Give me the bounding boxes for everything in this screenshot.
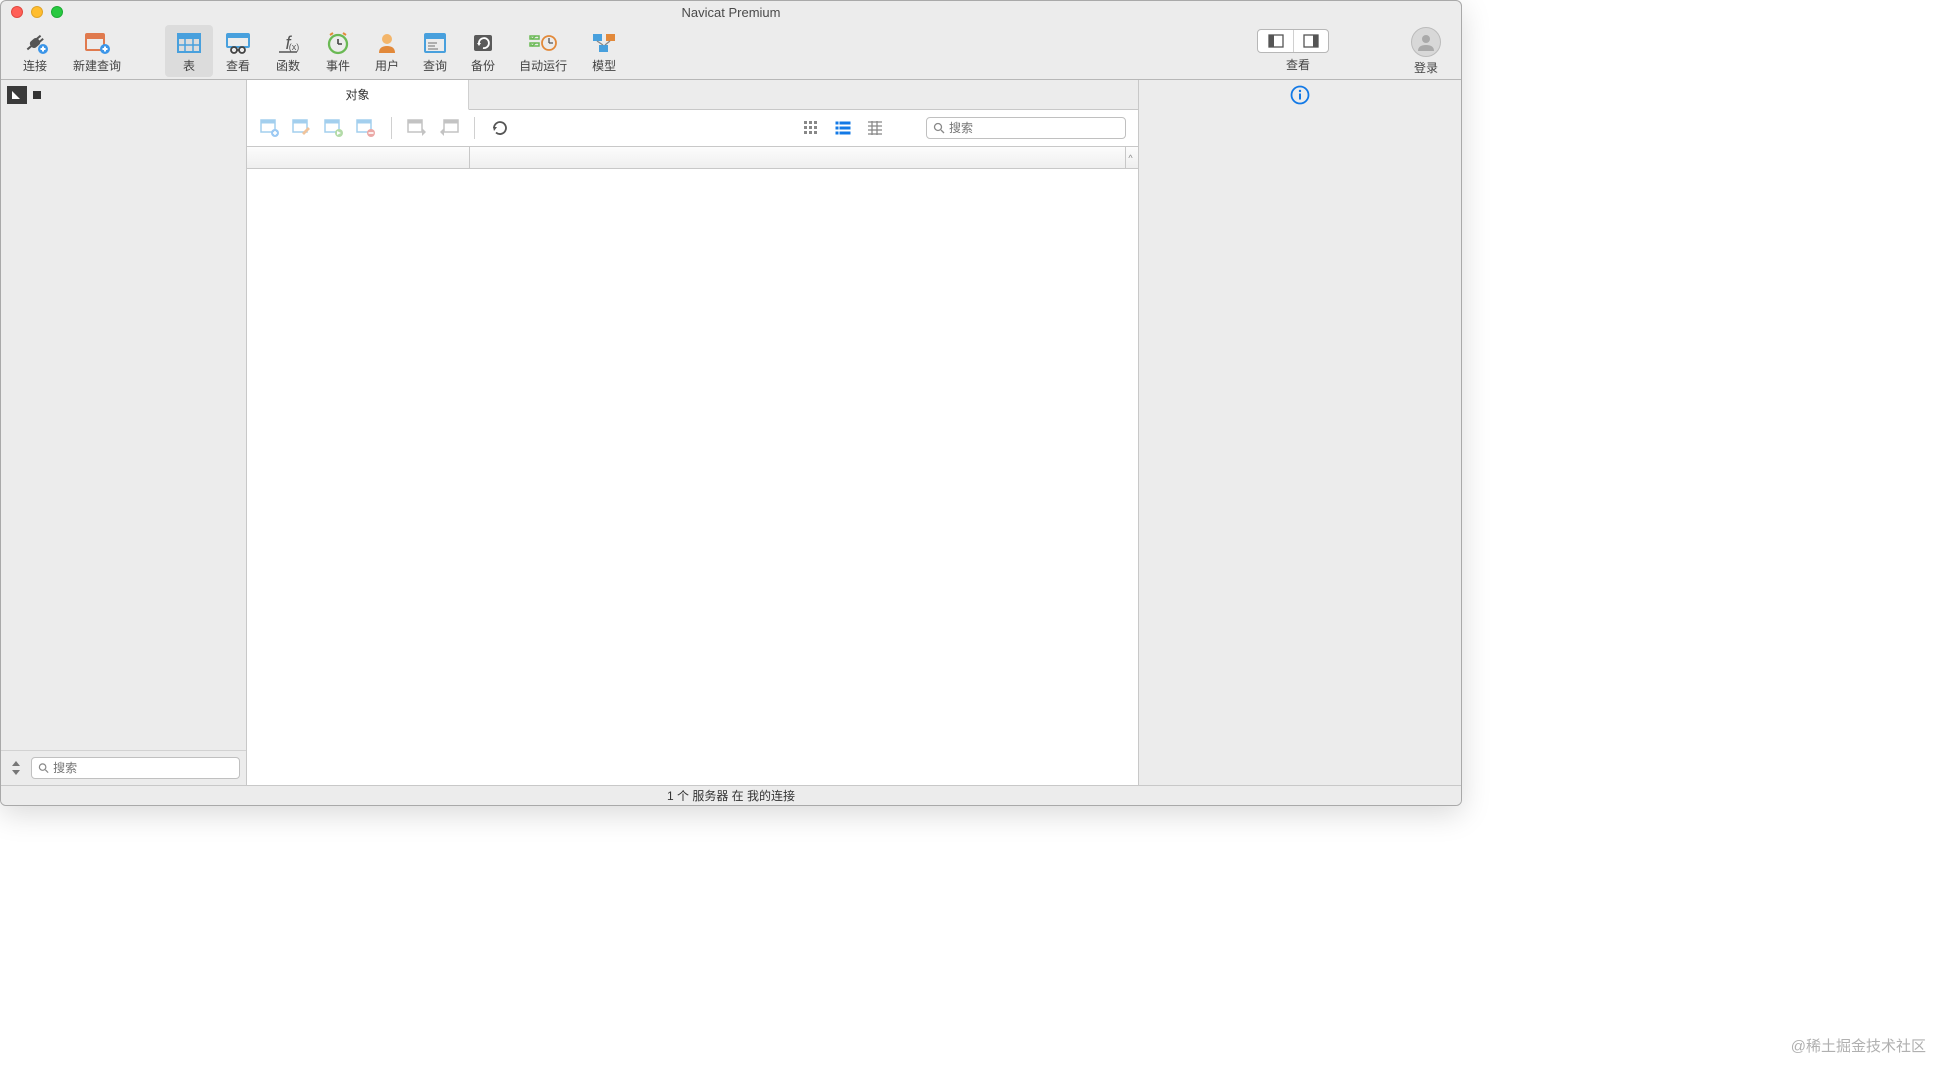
automation-button[interactable]: 自动运行 — [507, 25, 579, 77]
view-detail-button[interactable] — [864, 117, 886, 139]
view-mode-left[interactable] — [1258, 30, 1293, 52]
object-search-input[interactable] — [949, 121, 1119, 135]
refresh-button[interactable] — [489, 117, 511, 139]
main-area: 对象 — [1, 80, 1461, 785]
sidebar-search-input[interactable] — [53, 761, 233, 775]
import-button[interactable] — [406, 117, 428, 139]
export-button[interactable] — [438, 117, 460, 139]
plug-icon — [21, 29, 49, 57]
view-list-button[interactable] — [832, 117, 854, 139]
tab-bar: 对象 — [247, 80, 1138, 110]
status-bar: 1 个 服务器 在 我的连接 — [1, 785, 1461, 805]
new-table-button[interactable] — [259, 117, 281, 139]
query-icon — [423, 29, 447, 57]
model-button[interactable]: 模型 — [579, 25, 629, 77]
main-toolbar: 连接 新建查询 表 查看 f(x) 函数 — [1, 23, 1461, 80]
clock-icon — [325, 29, 351, 57]
user-button[interactable]: 用户 — [363, 25, 411, 77]
table-button[interactable]: 表 — [165, 25, 213, 77]
object-search-wrap — [926, 117, 1126, 139]
object-list[interactable] — [247, 169, 1138, 785]
open-table-button[interactable] — [323, 117, 345, 139]
object-toolbar — [247, 110, 1138, 147]
search-icon — [933, 122, 945, 134]
delete-table-button[interactable] — [355, 117, 377, 139]
login-button[interactable]: 登录 — [1399, 27, 1453, 76]
user-icon — [375, 29, 399, 57]
window-title: Navicat Premium — [1, 5, 1461, 20]
watermark: @稀土掘金技术社区 — [1791, 1035, 1926, 1056]
column-header[interactable]: ^ — [247, 147, 1138, 169]
edit-table-button[interactable] — [291, 117, 313, 139]
model-icon — [591, 29, 617, 57]
sidebar-search-bar — [1, 750, 246, 785]
backup-button[interactable]: 备份 — [459, 25, 507, 77]
status-text: 1 个 服务器 在 我的连接 — [667, 787, 795, 804]
automation-icon — [528, 29, 558, 57]
function-icon: f(x) — [275, 29, 301, 57]
svg-text:(x): (x) — [289, 42, 300, 52]
center-panel: 对象 — [247, 80, 1138, 785]
titlebar: Navicat Premium — [1, 1, 1461, 23]
tab-objects[interactable]: 对象 — [247, 80, 469, 110]
sort-indicator[interactable]: ^ — [1125, 147, 1135, 168]
function-button[interactable]: f(x) 函数 — [263, 25, 313, 77]
sidebar-search-input-wrap — [31, 757, 240, 779]
sidebar-sort-icon[interactable] — [7, 760, 25, 776]
search-icon — [38, 762, 49, 774]
connection-tree[interactable] — [1, 110, 246, 750]
info-icon[interactable] — [1290, 85, 1310, 105]
new-query-icon — [83, 29, 111, 57]
view-icon — [225, 29, 251, 57]
backup-icon — [471, 29, 495, 57]
event-button[interactable]: 事件 — [313, 25, 363, 77]
sidebar-item-marker — [33, 91, 41, 99]
view-button[interactable]: 查看 — [213, 25, 263, 77]
connection-button[interactable]: 连接 — [9, 25, 61, 77]
sidebar-top — [1, 80, 246, 110]
table-icon — [177, 29, 201, 57]
view-mode-label: 查看 — [1258, 56, 1338, 73]
view-grid-button[interactable] — [800, 117, 822, 139]
query-button[interactable]: 查询 — [411, 25, 459, 77]
app-window: Navicat Premium 连接 新建查询 表 查看 — [0, 0, 1462, 806]
avatar-icon — [1411, 27, 1441, 57]
view-mode-segmented — [1257, 29, 1329, 53]
sidebar — [1, 80, 247, 785]
sidebar-toggle-icon[interactable] — [7, 86, 27, 104]
info-panel — [1138, 80, 1461, 785]
view-mode-right[interactable] — [1293, 30, 1328, 52]
new-query-button[interactable]: 新建查询 — [61, 25, 133, 77]
